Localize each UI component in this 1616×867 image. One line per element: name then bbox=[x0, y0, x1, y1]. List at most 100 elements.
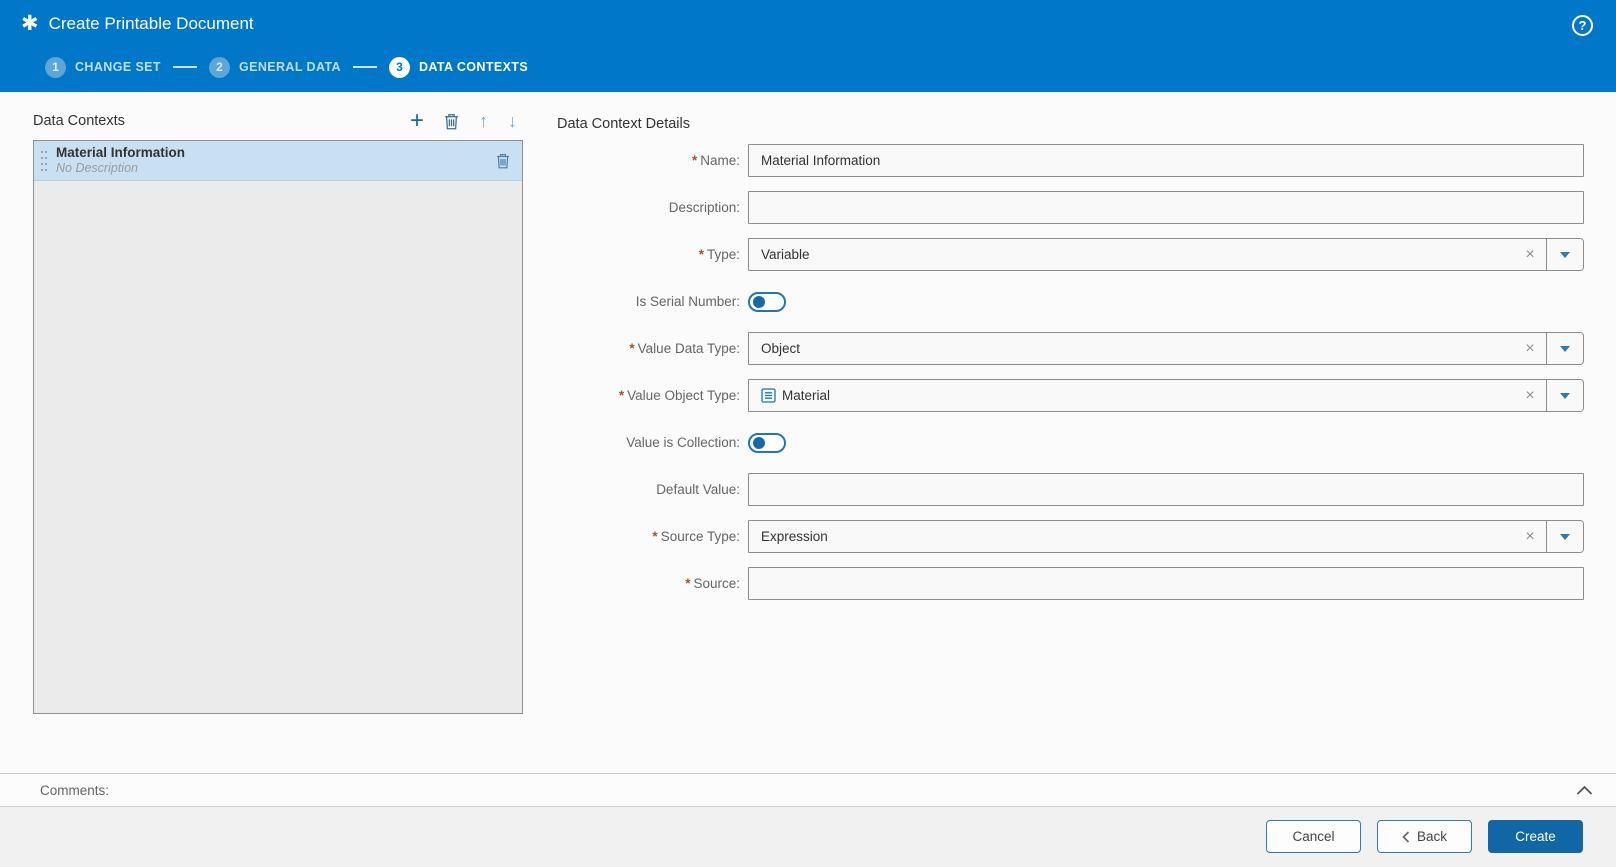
default-value-field[interactable] bbox=[748, 473, 1584, 506]
form-row-value-is-collection: Value is Collection: bbox=[557, 426, 1584, 459]
data-contexts-toolbar: + ↑ ↓ bbox=[410, 109, 523, 133]
combo-value: Expression bbox=[749, 521, 1514, 552]
combo-value: Variable bbox=[749, 239, 1514, 270]
field-label-text: Is Serial Number: bbox=[635, 294, 740, 309]
field-label-text: Value Data Type: bbox=[637, 341, 740, 356]
dropdown-arrow-button chevron-down-icon[interactable] bbox=[1547, 239, 1583, 270]
dropdown-arrow-button chevron-down-icon[interactable] bbox=[1547, 333, 1583, 364]
step-connector bbox=[172, 66, 197, 68]
is-serial-number-toggle[interactable] bbox=[748, 291, 786, 312]
field-label-text: Description: bbox=[668, 200, 740, 215]
form-row-default-value: Default Value: bbox=[557, 473, 1584, 506]
combo-value-text: Variable bbox=[761, 247, 810, 262]
wizard-header: ✱ Create Printable Document ? 1 CHANGE SE… bbox=[0, 0, 1616, 92]
delete-item-button trash-icon[interactable] bbox=[496, 153, 510, 169]
back-button-label: Back bbox=[1416, 829, 1447, 844]
move-down-button arrow-down-icon[interactable]: ↓ bbox=[508, 111, 517, 132]
details-title: Data Context Details bbox=[557, 116, 690, 132]
name-field[interactable]: Material Information bbox=[748, 144, 1584, 177]
page-title: Create Printable Document bbox=[48, 14, 254, 33]
step-number: 1 bbox=[45, 56, 66, 78]
combo-value-text: Material bbox=[782, 388, 831, 403]
form-row-value-data-type: * Value Data Type: Object × bbox=[557, 332, 1584, 365]
step-change-set[interactable]: 1 CHANGE SET bbox=[45, 56, 161, 78]
field-label-text: Value Object Type: bbox=[627, 388, 740, 403]
combo-value-text: Expression bbox=[761, 529, 828, 544]
form-row-source-type: * Source Type: Expression × bbox=[557, 520, 1584, 553]
value-is-collection-toggle[interactable] bbox=[748, 432, 786, 453]
data-contexts-title: Data Contexts bbox=[33, 113, 125, 129]
field-control bbox=[748, 432, 1584, 453]
app-asterisk-icon: ✱ bbox=[21, 12, 39, 35]
chevron-left-icon bbox=[1402, 830, 1410, 843]
field-control: Variable × bbox=[748, 238, 1584, 271]
required-marker: * bbox=[652, 529, 658, 544]
field-control: Material × bbox=[748, 379, 1584, 412]
add-context-button[interactable]: + bbox=[410, 109, 424, 133]
step-label: DATA CONTEXTS bbox=[418, 60, 529, 74]
step-label: GENERAL DATA bbox=[238, 60, 341, 74]
form-row-type: * Type: Variable × bbox=[557, 238, 1584, 271]
comments-bar: Comments: bbox=[0, 773, 1616, 807]
step-general-data[interactable]: 2 GENERAL DATA bbox=[208, 56, 341, 78]
clear-icon[interactable]: × bbox=[1514, 239, 1546, 270]
field-label-text: Source: bbox=[693, 576, 740, 591]
field-label-value-object-type: * Value Object Type: bbox=[557, 388, 748, 403]
step-number: 2 bbox=[208, 56, 230, 78]
create-button[interactable]: Create bbox=[1488, 820, 1583, 853]
source-type-combobox[interactable]: Expression × bbox=[748, 520, 1584, 553]
type-combobox[interactable]: Variable × bbox=[748, 238, 1584, 271]
step-data-contexts[interactable]: 3 DATA CONTEXTS bbox=[388, 56, 529, 78]
required-marker: * bbox=[698, 247, 704, 262]
field-control: Material Information bbox=[748, 144, 1584, 177]
field-control: Object × bbox=[748, 332, 1584, 365]
field-control bbox=[748, 291, 1584, 312]
list-item-description: No Description bbox=[56, 161, 138, 176]
value-data-type-combobox[interactable]: Object × bbox=[748, 332, 1584, 365]
form-row-is-serial-number: Is Serial Number: bbox=[557, 285, 1584, 318]
clear-icon[interactable]: × bbox=[1514, 333, 1546, 364]
toggle-knob bbox=[753, 436, 765, 449]
field-label-source-type: * Source Type: bbox=[557, 529, 748, 544]
delete-context-button trash-icon[interactable] bbox=[444, 113, 459, 130]
form-row-name: * Name: Material Information bbox=[557, 144, 1584, 177]
dropdown-arrow-button chevron-down-icon[interactable] bbox=[1547, 521, 1583, 552]
comments-collapse-button chevron-up-icon[interactable] bbox=[1576, 785, 1593, 796]
clear-icon[interactable]: × bbox=[1514, 521, 1546, 552]
field-label-name: * Name: bbox=[557, 153, 748, 168]
combo-value-text: Object bbox=[761, 341, 801, 356]
field-control bbox=[748, 473, 1584, 506]
move-up-button arrow-up-icon[interactable]: ↑ bbox=[479, 111, 488, 132]
comments-label: Comments: bbox=[40, 782, 110, 798]
form-row-source: * Source: bbox=[557, 567, 1584, 600]
toggle-knob bbox=[753, 295, 765, 308]
required-marker: * bbox=[691, 153, 698, 168]
field-label-source: * Source: bbox=[557, 576, 748, 591]
help-icon[interactable]: ? bbox=[1572, 15, 1593, 36]
description-field[interactable] bbox=[748, 191, 1584, 224]
field-control bbox=[748, 567, 1584, 600]
form-row-value-object-type: * Value Object Type: Material × bbox=[557, 379, 1584, 412]
stepper: 1 CHANGE SET 2 GENERAL DATA 3 DATA CONTEXTS bbox=[45, 56, 528, 78]
data-contexts-header: Data Contexts + ↑ ↓ bbox=[33, 109, 523, 133]
value-object-type-combobox[interactable]: Material × bbox=[748, 379, 1584, 412]
drag-handle-icon[interactable] bbox=[40, 148, 48, 173]
form-row-description: Description: bbox=[557, 191, 1584, 224]
back-button[interactable]: Back bbox=[1377, 820, 1472, 853]
field-label-value-is-collection: Value is Collection: bbox=[557, 435, 748, 450]
field-control bbox=[748, 191, 1584, 224]
field-label-default-value: Default Value: bbox=[557, 482, 748, 497]
field-label-type: * Type: bbox=[557, 247, 748, 262]
list-item[interactable]: Material Information No Description bbox=[34, 141, 522, 181]
cancel-button[interactable]: Cancel bbox=[1266, 820, 1361, 853]
dropdown-arrow-button chevron-down-icon[interactable] bbox=[1547, 380, 1583, 411]
field-label-text: Type: bbox=[706, 247, 740, 262]
field-label-description: Description: bbox=[557, 200, 748, 215]
field-label-is-serial-number: Is Serial Number: bbox=[557, 294, 748, 309]
clear-icon[interactable]: × bbox=[1514, 380, 1546, 411]
source-field[interactable] bbox=[748, 567, 1584, 600]
list-item-text: Material Information No Description bbox=[56, 144, 185, 177]
field-label-text: Source Type: bbox=[660, 529, 740, 544]
required-marker: * bbox=[629, 341, 635, 356]
field-control: Expression × bbox=[748, 520, 1584, 553]
